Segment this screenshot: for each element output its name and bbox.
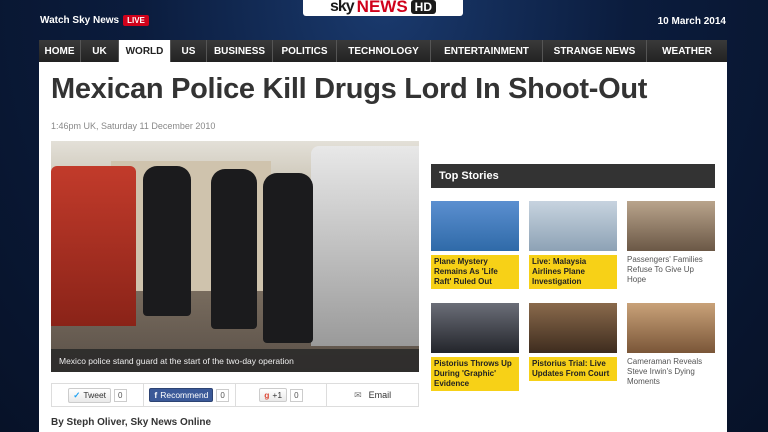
story-thumbnail bbox=[529, 303, 617, 353]
watch-label: Watch Sky News bbox=[40, 15, 120, 26]
email-icon: ✉ bbox=[354, 389, 362, 400]
story-label: Live: Malaysia Airlines Plane Investigat… bbox=[529, 255, 617, 289]
article-photo: Mexico police stand guard at the start o… bbox=[51, 141, 419, 372]
top-stories-grid: Plane Mystery Remains As 'Life Raft' Rul… bbox=[431, 201, 715, 391]
gplus-count: 0 bbox=[290, 388, 303, 402]
photo-caption: Mexico police stand guard at the start o… bbox=[51, 349, 419, 372]
logo-news: NEWS bbox=[356, 0, 408, 16]
main-nav: HOME UK WORLD US BUSINESS POLITICS TECHN… bbox=[39, 40, 727, 62]
nav-politics[interactable]: POLITICS bbox=[273, 40, 337, 62]
tweet-button[interactable]: ✓ Tweet bbox=[68, 387, 112, 403]
story-label: Cameraman Reveals Steve Irwin's Dying Mo… bbox=[627, 357, 703, 386]
nav-business[interactable]: BUSINESS bbox=[207, 40, 273, 62]
logo-hd: HD bbox=[410, 0, 437, 14]
share-email[interactable]: ✉ Email bbox=[327, 384, 418, 406]
share-twitter: ✓ Tweet 0 bbox=[52, 384, 144, 406]
story-item[interactable]: Passengers' Families Refuse To Give Up H… bbox=[627, 201, 715, 289]
email-label: Email bbox=[368, 390, 392, 400]
story-thumbnail bbox=[627, 303, 715, 353]
article-timestamp: 1:46pm UK, Saturday 11 December 2010 bbox=[51, 121, 216, 131]
recommend-label: Recommend bbox=[160, 390, 209, 400]
article-byline: By Steph Oliver, Sky News Online bbox=[51, 417, 212, 428]
nav-world[interactable]: WORLD bbox=[119, 40, 171, 62]
google-plus-icon: g bbox=[264, 390, 270, 400]
facebook-icon: f bbox=[154, 390, 158, 400]
story-label: Plane Mystery Remains As 'Life Raft' Rul… bbox=[431, 255, 519, 289]
nav-uk[interactable]: UK bbox=[81, 40, 119, 62]
share-gplus: g +1 0 bbox=[236, 384, 328, 406]
story-label: Pistorius Trial: Live Updates From Court bbox=[529, 357, 617, 381]
nav-home[interactable]: HOME bbox=[39, 40, 81, 62]
story-label: Pistorius Throws Up During 'Graphic' Evi… bbox=[431, 357, 519, 391]
twitter-icon: ✓ bbox=[73, 389, 81, 400]
page-content: HOME UK WORLD US BUSINESS POLITICS TECHN… bbox=[39, 40, 727, 432]
share-facebook: f Recommend 0 bbox=[144, 384, 236, 406]
photo-red-truck bbox=[51, 166, 136, 326]
nav-weather[interactable]: WEATHER bbox=[647, 40, 727, 62]
photo-officer bbox=[143, 166, 191, 316]
watch-live-link[interactable]: Watch Sky News LIVE bbox=[40, 15, 149, 26]
story-item[interactable]: Pistorius Throws Up During 'Graphic' Evi… bbox=[431, 303, 519, 391]
story-thumbnail bbox=[431, 303, 519, 353]
top-bar: Watch Sky News LIVE sky NEWS HD 10 March… bbox=[0, 0, 768, 40]
story-item[interactable]: Plane Mystery Remains As 'Life Raft' Rul… bbox=[431, 201, 519, 289]
story-thumbnail bbox=[529, 201, 617, 251]
story-label: Passengers' Families Refuse To Give Up H… bbox=[627, 255, 703, 284]
story-thumbnail bbox=[431, 201, 519, 251]
story-thumbnail bbox=[627, 201, 715, 251]
current-date: 10 March 2014 bbox=[657, 16, 726, 27]
nav-us[interactable]: US bbox=[171, 40, 207, 62]
sky-news-logo[interactable]: sky NEWS HD bbox=[303, 0, 463, 16]
recommend-button[interactable]: f Recommend bbox=[149, 388, 214, 402]
photo-officer bbox=[211, 169, 257, 329]
nav-technology[interactable]: TECHNOLOGY bbox=[337, 40, 431, 62]
logo-sky: sky bbox=[329, 0, 355, 15]
article-headline: Mexican Police Kill Drugs Lord In Shoot-… bbox=[51, 73, 648, 105]
gplus-button[interactable]: g +1 bbox=[259, 388, 288, 402]
story-item[interactable]: Pistorius Trial: Live Updates From Court bbox=[529, 303, 617, 391]
top-stories-header: Top Stories bbox=[431, 164, 715, 188]
tweet-count: 0 bbox=[114, 388, 127, 402]
share-bar: ✓ Tweet 0 f Recommend 0 g +1 0 ✉ Email bbox=[51, 383, 419, 407]
recommend-count: 0 bbox=[216, 388, 229, 402]
tweet-label: Tweet bbox=[83, 390, 107, 400]
photo-officer bbox=[263, 173, 313, 343]
story-item[interactable]: Live: Malaysia Airlines Plane Investigat… bbox=[529, 201, 617, 289]
nav-strange-news[interactable]: STRANGE NEWS bbox=[543, 40, 647, 62]
story-item[interactable]: Cameraman Reveals Steve Irwin's Dying Mo… bbox=[627, 303, 715, 391]
nav-entertainment[interactable]: ENTERTAINMENT bbox=[431, 40, 543, 62]
gplus-label: +1 bbox=[272, 390, 283, 400]
live-badge: LIVE bbox=[123, 15, 149, 26]
photo-white-truck bbox=[311, 146, 419, 346]
